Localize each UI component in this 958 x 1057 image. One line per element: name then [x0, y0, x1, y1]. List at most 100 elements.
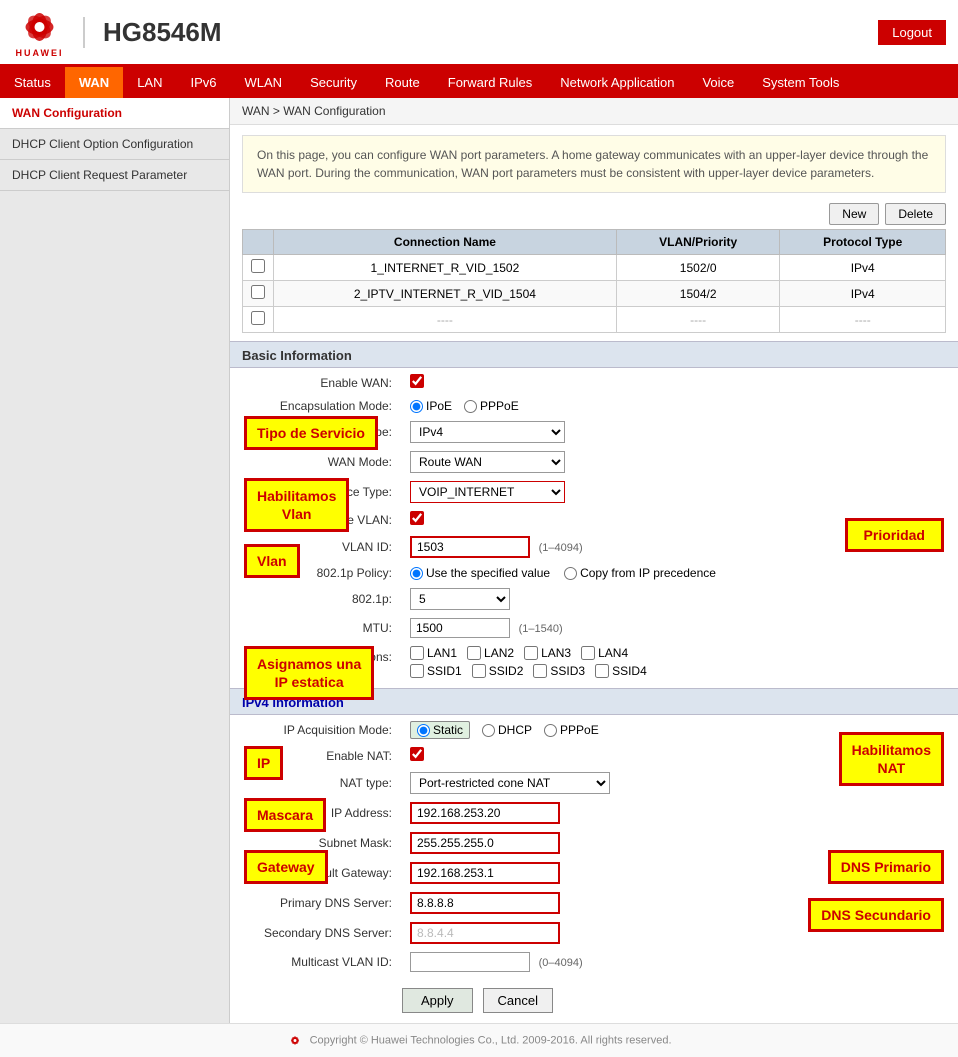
nav-wlan[interactable]: WLAN	[231, 67, 297, 98]
content-area: WAN > WAN Configuration On this page, yo…	[230, 98, 958, 1023]
lan1-check[interactable]	[410, 646, 424, 660]
multicast-cell: (0–4094)	[402, 948, 946, 976]
policy-cell: Use the specified value Copy from IP pre…	[402, 562, 946, 584]
binding-lan3[interactable]: LAN3	[524, 646, 571, 660]
row2-check[interactable]	[243, 281, 274, 307]
row2-name: 2_IPTV_INTERNET_R_VID_1504	[274, 281, 617, 307]
binding-lan2[interactable]: LAN2	[467, 646, 514, 660]
ssid4-check[interactable]	[595, 664, 609, 678]
binding-ssid3[interactable]: SSID3	[533, 664, 585, 678]
lan3-check[interactable]	[524, 646, 538, 660]
policy-specified[interactable]: Use the specified value	[410, 566, 550, 580]
binding-ssid1[interactable]: SSID1	[410, 664, 462, 678]
primary-dns-input[interactable]	[410, 892, 560, 914]
gateway-input[interactable]	[410, 862, 560, 884]
encap-cell: IPoE PPPoE	[402, 395, 946, 417]
lan2-check[interactable]	[467, 646, 481, 660]
encap-ipoe-radio[interactable]	[410, 400, 423, 413]
huawei-logo: HUAWEI	[12, 6, 67, 58]
ssid3-check[interactable]	[533, 664, 547, 678]
acq-static-radio[interactable]	[417, 724, 430, 737]
col-vlan: VLAN/Priority	[616, 230, 780, 255]
encap-ipoe[interactable]: IPoE	[410, 399, 452, 413]
row1-checkbox[interactable]	[251, 259, 265, 273]
enable-wan-checkbox[interactable]	[410, 374, 424, 388]
enable-vlan-checkbox[interactable]	[410, 511, 424, 525]
multicast-input[interactable]	[410, 952, 530, 972]
logo-icon	[12, 6, 67, 48]
ip-address-cell	[402, 798, 946, 828]
encap-pppoe-radio[interactable]	[464, 400, 477, 413]
policy-specified-radio[interactable]	[410, 567, 423, 580]
protocol-select[interactable]: IPv4 IPv6 IPv4/IPv6	[410, 421, 565, 443]
header: HUAWEI HG8546M Logout	[0, 0, 958, 67]
acq-dhcp[interactable]: DHCP	[482, 723, 532, 737]
binding-lan4[interactable]: LAN4	[581, 646, 628, 660]
row3-check[interactable]	[243, 307, 274, 333]
dot1p-select[interactable]: 01234567	[410, 588, 510, 610]
table-row: ---- ---- ----	[243, 307, 946, 333]
row1-check[interactable]	[243, 255, 274, 281]
policy-radio-group: Use the specified value Copy from IP pre…	[410, 566, 938, 580]
vlan-id-input[interactable]	[410, 536, 530, 558]
nav-route[interactable]: Route	[371, 67, 434, 98]
nav-security[interactable]: Security	[296, 67, 371, 98]
nat-type-select[interactable]: Port-restricted cone NAT Full cone NAT S…	[410, 772, 610, 794]
ip-address-input[interactable]	[410, 802, 560, 824]
acq-static[interactable]: Static	[410, 721, 470, 739]
nav-systools[interactable]: System Tools	[748, 67, 853, 98]
multicast-hint: (0–4094)	[539, 957, 583, 969]
enable-nat-checkbox[interactable]	[410, 747, 424, 761]
sidebar-item-dhcp-option[interactable]: DHCP Client Option Configuration	[0, 129, 229, 160]
sidebar: WAN Configuration DHCP Client Option Con…	[0, 98, 230, 1023]
nav-status[interactable]: Status	[0, 67, 65, 98]
ssid2-check[interactable]	[472, 664, 486, 678]
binding-ssid4[interactable]: SSID4	[595, 664, 647, 678]
secondary-dns-input[interactable]	[410, 922, 560, 944]
policy-copy[interactable]: Copy from IP precedence	[564, 566, 716, 580]
mtu-input[interactable]	[410, 618, 510, 638]
binding-ssid2[interactable]: SSID2	[472, 664, 524, 678]
nav-wan[interactable]: WAN	[65, 67, 123, 98]
apply-button[interactable]: Apply	[402, 988, 473, 1013]
mtu-cell: (1–1540)	[402, 614, 946, 642]
breadcrumb: WAN > WAN Configuration	[230, 98, 958, 125]
nav-ipv6[interactable]: IPv6	[177, 67, 231, 98]
nav-forward[interactable]: Forward Rules	[434, 67, 547, 98]
annotation-gateway: Gateway	[244, 850, 328, 884]
connection-table: Connection Name VLAN/Priority Protocol T…	[242, 229, 946, 333]
annotation-mascara: Mascara	[244, 798, 326, 832]
table-toolbar: New Delete	[230, 199, 958, 229]
delete-button[interactable]: Delete	[885, 203, 946, 225]
cancel-button[interactable]: Cancel	[483, 988, 553, 1013]
sidebar-item-wan-config[interactable]: WAN Configuration	[0, 98, 229, 129]
row3-checkbox[interactable]	[251, 311, 265, 325]
dot1p-label: 802.1p:	[242, 584, 402, 614]
service-type-select[interactable]: VOIP_INTERNET INTERNET OTHER	[410, 481, 565, 503]
acq-pppoe[interactable]: PPPoE	[544, 723, 599, 737]
nav-lan[interactable]: LAN	[123, 67, 176, 98]
new-button[interactable]: New	[829, 203, 879, 225]
vlan-id-hint: (1–4094)	[539, 542, 583, 554]
annotation-asignamos-ip: Asignamos unaIP estatica	[244, 646, 374, 700]
subnet-mask-input[interactable]	[410, 832, 560, 854]
logout-button[interactable]: Logout	[878, 20, 946, 45]
binding-lan-row: LAN1 LAN2 LAN3 LAN4	[410, 646, 938, 660]
action-row: Apply Cancel	[390, 978, 958, 1023]
lan4-check[interactable]	[581, 646, 595, 660]
main-layout: WAN Configuration DHCP Client Option Con…	[0, 98, 958, 1023]
encap-pppoe[interactable]: PPPoE	[464, 399, 519, 413]
row3-vlan: ----	[616, 307, 780, 333]
policy-copy-radio[interactable]	[564, 567, 577, 580]
ssid1-check[interactable]	[410, 664, 424, 678]
row2-checkbox[interactable]	[251, 285, 265, 299]
footer-text: Copyright © Huawei Technologies Co., Ltd…	[310, 1034, 672, 1046]
acq-pppoe-radio[interactable]	[544, 724, 557, 737]
binding-lan1[interactable]: LAN1	[410, 646, 457, 660]
sidebar-item-dhcp-request[interactable]: DHCP Client Request Parameter	[0, 160, 229, 191]
row1-name: 1_INTERNET_R_VID_1502	[274, 255, 617, 281]
wan-mode-select[interactable]: Route WAN Bridge WAN	[410, 451, 565, 473]
acq-dhcp-radio[interactable]	[482, 724, 495, 737]
nav-netapp[interactable]: Network Application	[546, 67, 688, 98]
nav-voice[interactable]: Voice	[688, 67, 748, 98]
